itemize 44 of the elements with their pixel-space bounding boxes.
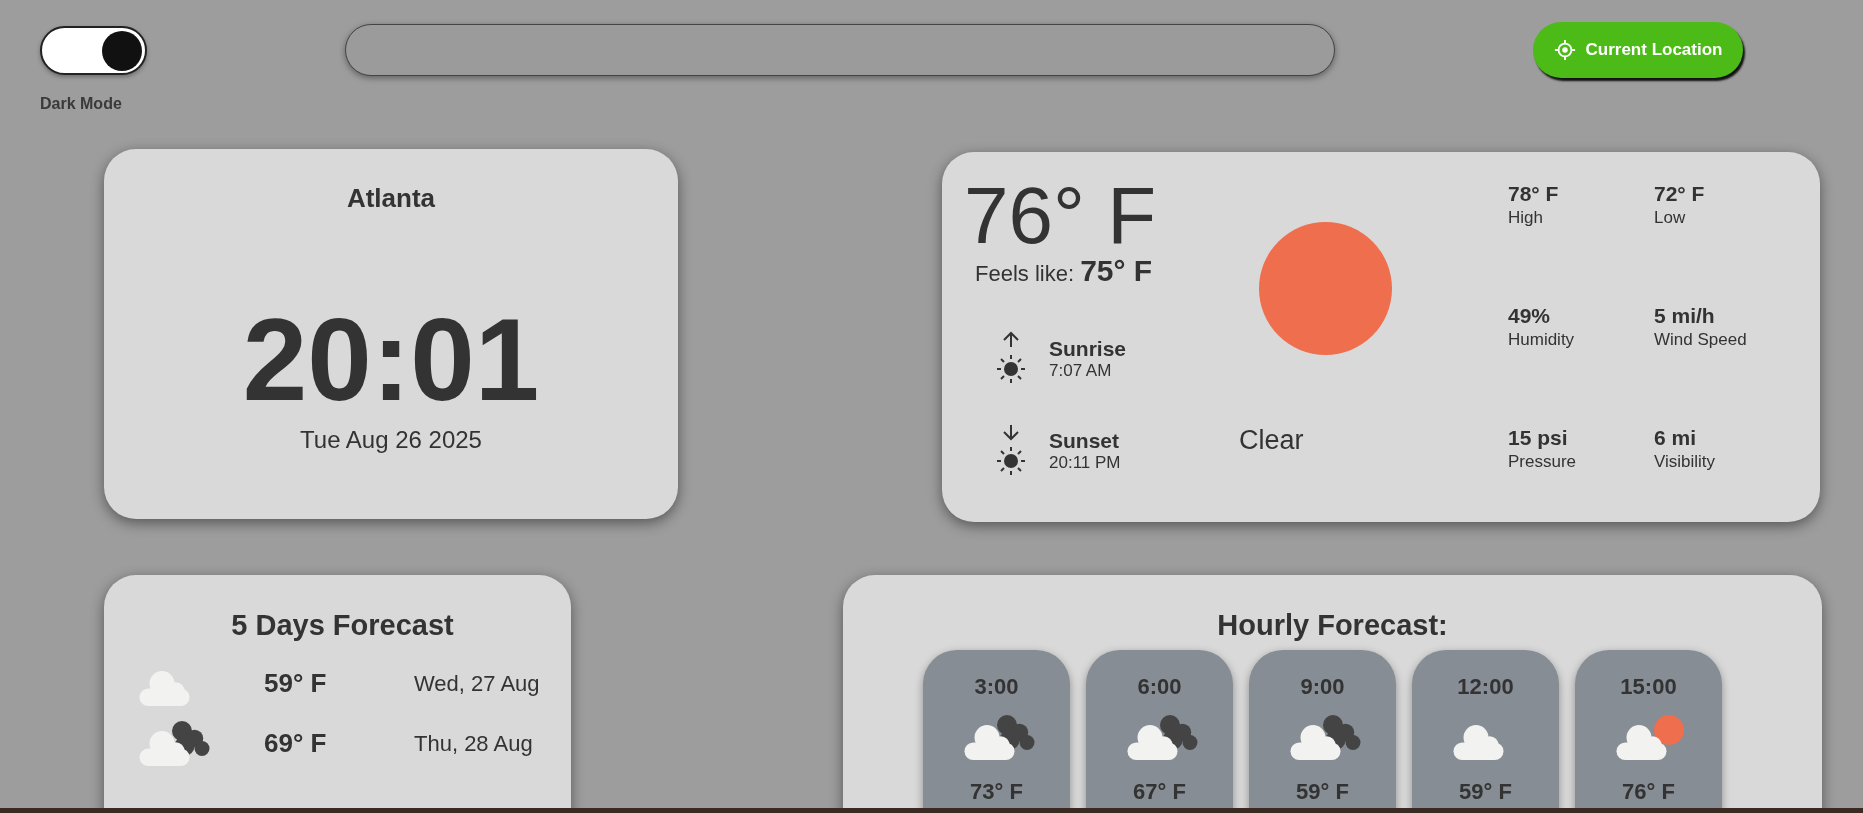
clock-time: 20:01: [242, 302, 540, 418]
hour-temperature: 67° F: [1133, 779, 1186, 805]
stat-label: Wind Speed: [1654, 330, 1748, 350]
crosshair-icon: [1553, 39, 1576, 61]
hour-time: 12:00: [1457, 674, 1514, 700]
stat-label: Low: [1654, 208, 1687, 228]
search-field[interactable]: [345, 24, 1335, 76]
stat-value: 49%: [1508, 304, 1552, 328]
dark-mode-toggle[interactable]: [40, 26, 147, 75]
sun-icon: [1259, 222, 1392, 355]
sun-event-label: Sunset: [1049, 429, 1120, 453]
sun-event-time: 7:07 AM: [1049, 361, 1113, 381]
city-name: Atlanta: [346, 183, 436, 214]
day-temperature: 59° F: [264, 668, 328, 699]
sun-event-time: 20:11 PM: [1049, 453, 1121, 473]
feels-like: Feels like: 75° F: [974, 254, 1154, 288]
toggle-label: Dark Mode: [40, 95, 123, 113]
hour-time: 3:00: [974, 674, 1019, 700]
hour-time: 6:00: [1137, 674, 1182, 700]
hour-time: 9:00: [1300, 674, 1345, 700]
stat-label: Pressure: [1508, 452, 1578, 472]
stat-value: 78° F: [1508, 182, 1560, 206]
stat-label: Humidity: [1508, 330, 1576, 350]
hour-temperature: 76° F: [1622, 779, 1675, 805]
stat-value: 72° F: [1654, 182, 1706, 206]
hour-temperature: 73° F: [970, 779, 1023, 805]
stat-value: 5 mi/h: [1654, 304, 1716, 328]
clock-date: Tue Aug 26 2025: [300, 426, 482, 454]
stat-label: High: [1508, 208, 1544, 228]
current-temperature: 76° F: [964, 178, 1158, 254]
hour-temperature: 59° F: [1459, 779, 1512, 805]
stat-value: 15 psi: [1508, 426, 1569, 450]
day-date: Thu, 28 Aug: [414, 730, 534, 757]
hour-time: 15:00: [1620, 674, 1677, 700]
day-temperature: 69° F: [264, 728, 328, 759]
hour-temperature: 59° F: [1296, 779, 1349, 805]
day-date: Wed, 27 Aug: [414, 670, 541, 697]
current-location-button[interactable]: Current Location: [1533, 22, 1743, 78]
weather-condition: Clear: [1239, 425, 1304, 456]
sun-event-label: Sunrise: [1049, 337, 1127, 361]
card-title: Hourly Forecast:: [1216, 609, 1449, 642]
stat-label: Visibility: [1654, 452, 1717, 472]
stat-value: 6 mi: [1654, 426, 1698, 450]
card-title: 5 Days Forecast: [230, 609, 455, 642]
